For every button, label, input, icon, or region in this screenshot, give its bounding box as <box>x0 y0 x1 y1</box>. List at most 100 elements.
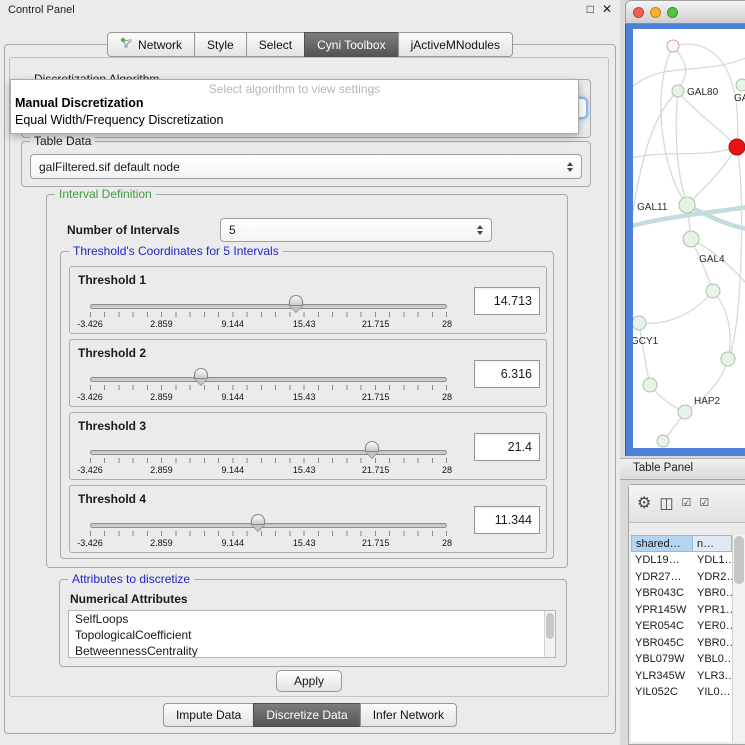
table-cell[interactable]: YER0… <box>693 618 732 635</box>
table-data-combo-value: galFiltered.sif default node <box>39 160 180 174</box>
slider-thumb[interactable] <box>365 441 379 452</box>
minimize-window-button[interactable] <box>650 7 661 18</box>
slider-track[interactable] <box>90 523 447 528</box>
network-node[interactable] <box>729 139 745 155</box>
tab-discretize-data[interactable]: Discretize Data <box>253 703 360 727</box>
threshold-slider[interactable]: -3.4262.8599.14415.4321.71528 <box>90 514 447 554</box>
table-panel-window: ⚙ ◫ ☑ ☑ shared… n… YDL19…YDL1…YDR27…YDR2… <box>628 484 745 745</box>
network-node-gal80[interactable] <box>672 85 684 97</box>
table-row[interactable]: YBR045CYBR0… <box>631 635 732 652</box>
close-panel-icon[interactable]: ✕ <box>602 2 612 16</box>
list-item[interactable]: BetweennessCentrality <box>69 643 555 658</box>
table-row[interactable]: YPR145WYPR1… <box>631 602 732 619</box>
float-window-icon[interactable]: □ <box>587 2 594 16</box>
table-columns-icon[interactable]: ◫ <box>659 496 673 511</box>
network-node[interactable] <box>643 378 657 392</box>
threshold-slider[interactable]: -3.4262.8599.14415.4321.71528 <box>90 295 447 335</box>
table-cell[interactable]: YDL19… <box>631 552 693 569</box>
tab-network[interactable]: Network <box>107 32 195 57</box>
table-row[interactable]: YBR043CYBR0… <box>631 585 732 602</box>
slider-track[interactable] <box>90 377 447 382</box>
table-cell[interactable]: YIL052C <box>631 684 693 701</box>
threshold-label: Threshold 3 <box>78 419 146 433</box>
menu-option-equal-width-frequency[interactable]: Equal Width/Frequency Discretization <box>11 112 578 129</box>
threshold-value-field[interactable]: 21.4 <box>474 433 540 461</box>
table-row[interactable]: YER054CYER0… <box>631 618 732 635</box>
table-cell[interactable]: YIL0… <box>693 684 732 701</box>
network-node[interactable] <box>721 352 735 366</box>
apply-button[interactable]: Apply <box>276 670 342 692</box>
tab-cyni-toolbox[interactable]: Cyni Toolbox <box>304 32 398 57</box>
column-header-name[interactable]: n… <box>692 535 732 552</box>
network-window-titlebar[interactable] <box>625 0 745 24</box>
threshold-value-field[interactable]: 14.713 <box>474 287 540 315</box>
slider-track[interactable] <box>90 450 447 455</box>
scrollbar-thumb[interactable] <box>734 536 744 584</box>
checkbox-icon[interactable]: ☑ <box>699 498 709 509</box>
tab-impute-data[interactable]: Impute Data <box>163 703 254 727</box>
table-cell[interactable]: YLR345W <box>631 668 693 685</box>
slider-track[interactable] <box>90 304 447 309</box>
table-cell[interactable]: YBR0… <box>693 635 732 652</box>
checkbox-icon[interactable]: ☑ <box>682 498 692 509</box>
table-cell[interactable]: YPR145W <box>631 602 693 619</box>
table-cell[interactable]: YDL1… <box>693 552 732 569</box>
table-cell[interactable]: YDR2… <box>693 569 732 586</box>
network-node-gal4[interactable] <box>683 231 699 247</box>
attributes-scrollbar[interactable] <box>544 611 555 657</box>
table-row[interactable]: YIL052CYIL0… <box>631 684 732 701</box>
table-cell[interactable]: YBR043C <box>631 585 693 602</box>
list-item[interactable]: TopologicalCoefficient <box>69 627 555 643</box>
gear-icon[interactable]: ⚙ <box>637 496 651 512</box>
scrollbar-thumb[interactable] <box>546 613 554 639</box>
menu-option-manual-discretization[interactable]: Manual Discretization <box>11 95 578 112</box>
table-cell[interactable]: YDR27… <box>631 569 693 586</box>
numerical-attributes-list[interactable]: SelfLoopsTopologicalCoefficientBetweenne… <box>68 610 556 658</box>
table-cell[interactable]: YBR045C <box>631 635 693 652</box>
slider-thumb[interactable] <box>194 368 208 379</box>
zoom-window-button[interactable] <box>667 7 678 18</box>
threshold-label: Threshold 2 <box>78 346 146 360</box>
slider-thumb[interactable] <box>289 295 303 306</box>
close-window-button[interactable] <box>633 7 644 18</box>
tab-label: jActiveMNodules <box>411 38 500 52</box>
column-header-shared[interactable]: shared… <box>631 535 693 552</box>
network-node-ga[interactable] <box>736 79 745 91</box>
table-row[interactable]: YDL19…YDL1… <box>631 552 732 569</box>
network-node-hap2[interactable] <box>678 405 692 419</box>
table-cell[interactable]: YPR1… <box>693 602 732 619</box>
table-row[interactable]: YDR27…YDR2… <box>631 569 732 586</box>
network-node[interactable] <box>706 284 720 298</box>
table-data-combo[interactable]: galFiltered.sif default node <box>30 154 582 179</box>
control-panel-window: Control Panel □ ✕ Network Style Select C… <box>0 0 620 745</box>
threshold-value-field[interactable]: 11.344 <box>474 506 540 534</box>
tab-select[interactable]: Select <box>246 32 305 57</box>
table-row[interactable]: YBL079WYBL0… <box>631 651 732 668</box>
slider-scale-label: 28 <box>442 538 452 548</box>
threshold-slider[interactable]: -3.4262.8599.14415.4321.71528 <box>90 368 447 408</box>
table-row[interactable]: YLR345WYLR3… <box>631 668 732 685</box>
tab-infer-network[interactable]: Infer Network <box>360 703 457 727</box>
table-cell[interactable]: YBR0… <box>693 585 732 602</box>
network-node-gal11[interactable] <box>679 197 695 213</box>
table-scrollbar[interactable] <box>732 535 745 742</box>
table-cell[interactable]: YER054C <box>631 618 693 635</box>
table-panel-header: Table Panel <box>620 458 745 480</box>
number-of-intervals-combo[interactable]: 5 <box>220 218 492 242</box>
list-item[interactable]: SelfLoops <box>69 611 555 627</box>
node-label: HAP2 <box>694 396 721 407</box>
tab-style[interactable]: Style <box>194 32 247 57</box>
table-cell[interactable]: YBL0… <box>693 651 732 668</box>
network-node-gcy1[interactable] <box>633 316 646 330</box>
tab-jactivemnodules[interactable]: jActiveMNodules <box>398 32 513 57</box>
network-icon <box>120 37 133 52</box>
network-node[interactable] <box>667 40 679 52</box>
threshold-value-field[interactable]: 6.316 <box>474 360 540 388</box>
network-node[interactable] <box>657 435 669 447</box>
slider-thumb[interactable] <box>251 514 265 525</box>
network-canvas[interactable]: GAL80GAGAL11GAL4GCY1HAP2 <box>633 29 745 448</box>
threshold-slider[interactable]: -3.4262.8599.14415.4321.71528 <box>90 441 447 481</box>
table-cell[interactable]: YLR3… <box>693 668 732 685</box>
table-cell[interactable]: YBL079W <box>631 651 693 668</box>
attributes-group-label: Attributes to discretize <box>68 572 194 586</box>
